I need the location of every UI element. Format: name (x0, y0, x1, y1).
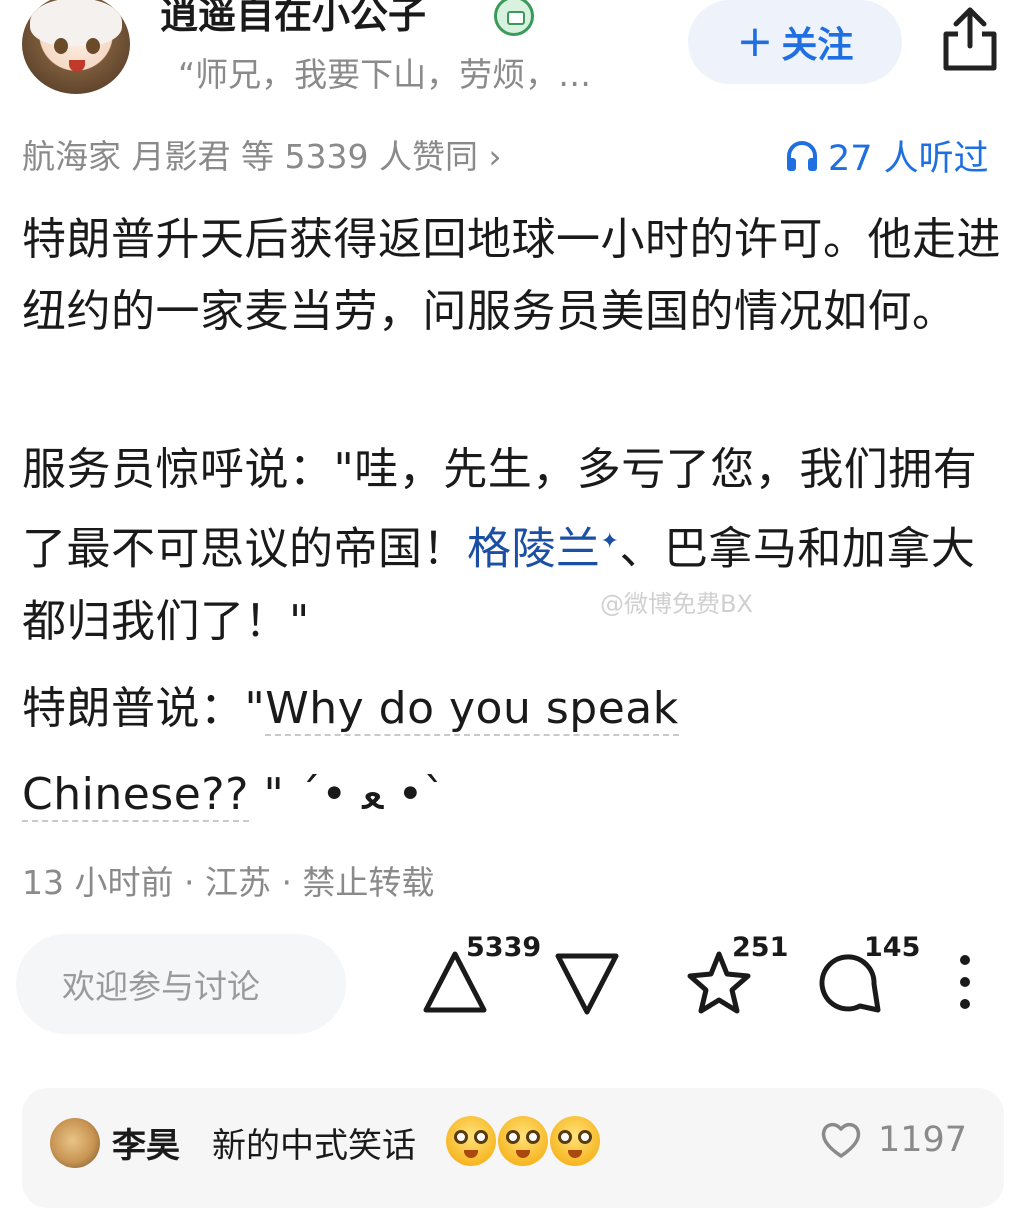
more-vertical-icon (960, 955, 970, 1009)
post-time-location: 13 小时前 · 江苏 · 禁止转载 (22, 863, 435, 902)
favorite-count: 251 (732, 932, 789, 963)
content-paragraph-3: 特朗普说："Why do you speak Chinese?? " ´• ﻌ •… (22, 666, 1012, 838)
author-name[interactable]: 逍遥自在小公子 (160, 0, 426, 39)
comment-count: 145 (864, 932, 921, 963)
follow-label: 关注 (781, 25, 854, 66)
flushed-face-emoji-icon (446, 1116, 496, 1166)
badge-icon (494, 0, 534, 36)
more-options-button[interactable] (950, 940, 980, 1020)
author-avatar[interactable] (22, 0, 130, 94)
follow-button[interactable]: + 关注 (688, 0, 902, 84)
listen-count[interactable]: 27 人听过 (784, 130, 989, 181)
downvote-icon (555, 953, 619, 1015)
favorite-button[interactable]: 251 (684, 932, 788, 1020)
downvote-button[interactable] (552, 940, 622, 1020)
content-paragraph-2: 服务员惊呼说："哇，先生，多亏了您，我们拥有了最不可思议的帝国！格陵兰✦、巴拿马… (22, 434, 1012, 658)
p3-text-before: 特朗普说：" (22, 683, 266, 734)
sparkle-icon: ✦ (600, 529, 620, 554)
author-bio: “师兄，我要下山，劳烦，… (178, 55, 592, 94)
listen-text: 27 人听过 (828, 139, 989, 179)
content-paragraph-1: 特朗普升天后获得返回地球一小时的许可。他走进纽约的一家麦当劳，问服务员美国的情况… (22, 214, 1001, 337)
greenland-link[interactable]: 格陵兰 (467, 524, 601, 575)
share-icon[interactable] (938, 4, 1002, 74)
flushed-face-emoji-icon (498, 1116, 548, 1166)
comment-like-button[interactable]: 1197 (820, 1120, 967, 1160)
comment-button[interactable]: 145 (816, 932, 920, 1020)
translated-phrase-2[interactable]: Chinese?? (22, 769, 249, 822)
commenter-name[interactable]: 李昊 (112, 1118, 180, 1167)
p3-text-after: " ´• ﻌ •` (249, 769, 446, 820)
commenter-avatar[interactable] (50, 1118, 100, 1168)
comment-input[interactable]: 欢迎参与讨论 (16, 934, 346, 1034)
comment-text: 新的中式笑话 (212, 1126, 416, 1166)
flushed-face-emoji-icon (550, 1116, 600, 1166)
comment-like-count: 1197 (878, 1120, 968, 1160)
upvote-count: 5339 (466, 932, 542, 963)
headphones-icon (787, 140, 817, 171)
translated-phrase-1[interactable]: Why do you speak (265, 683, 679, 736)
plus-icon: + (736, 16, 774, 67)
heart-icon (821, 1122, 861, 1158)
watermark: @微博免费BX (600, 590, 753, 618)
approval-summary[interactable]: 航海家 月影君 等 5339 人赞同 › (22, 130, 502, 178)
upvote-button[interactable]: 5339 (420, 932, 541, 1020)
